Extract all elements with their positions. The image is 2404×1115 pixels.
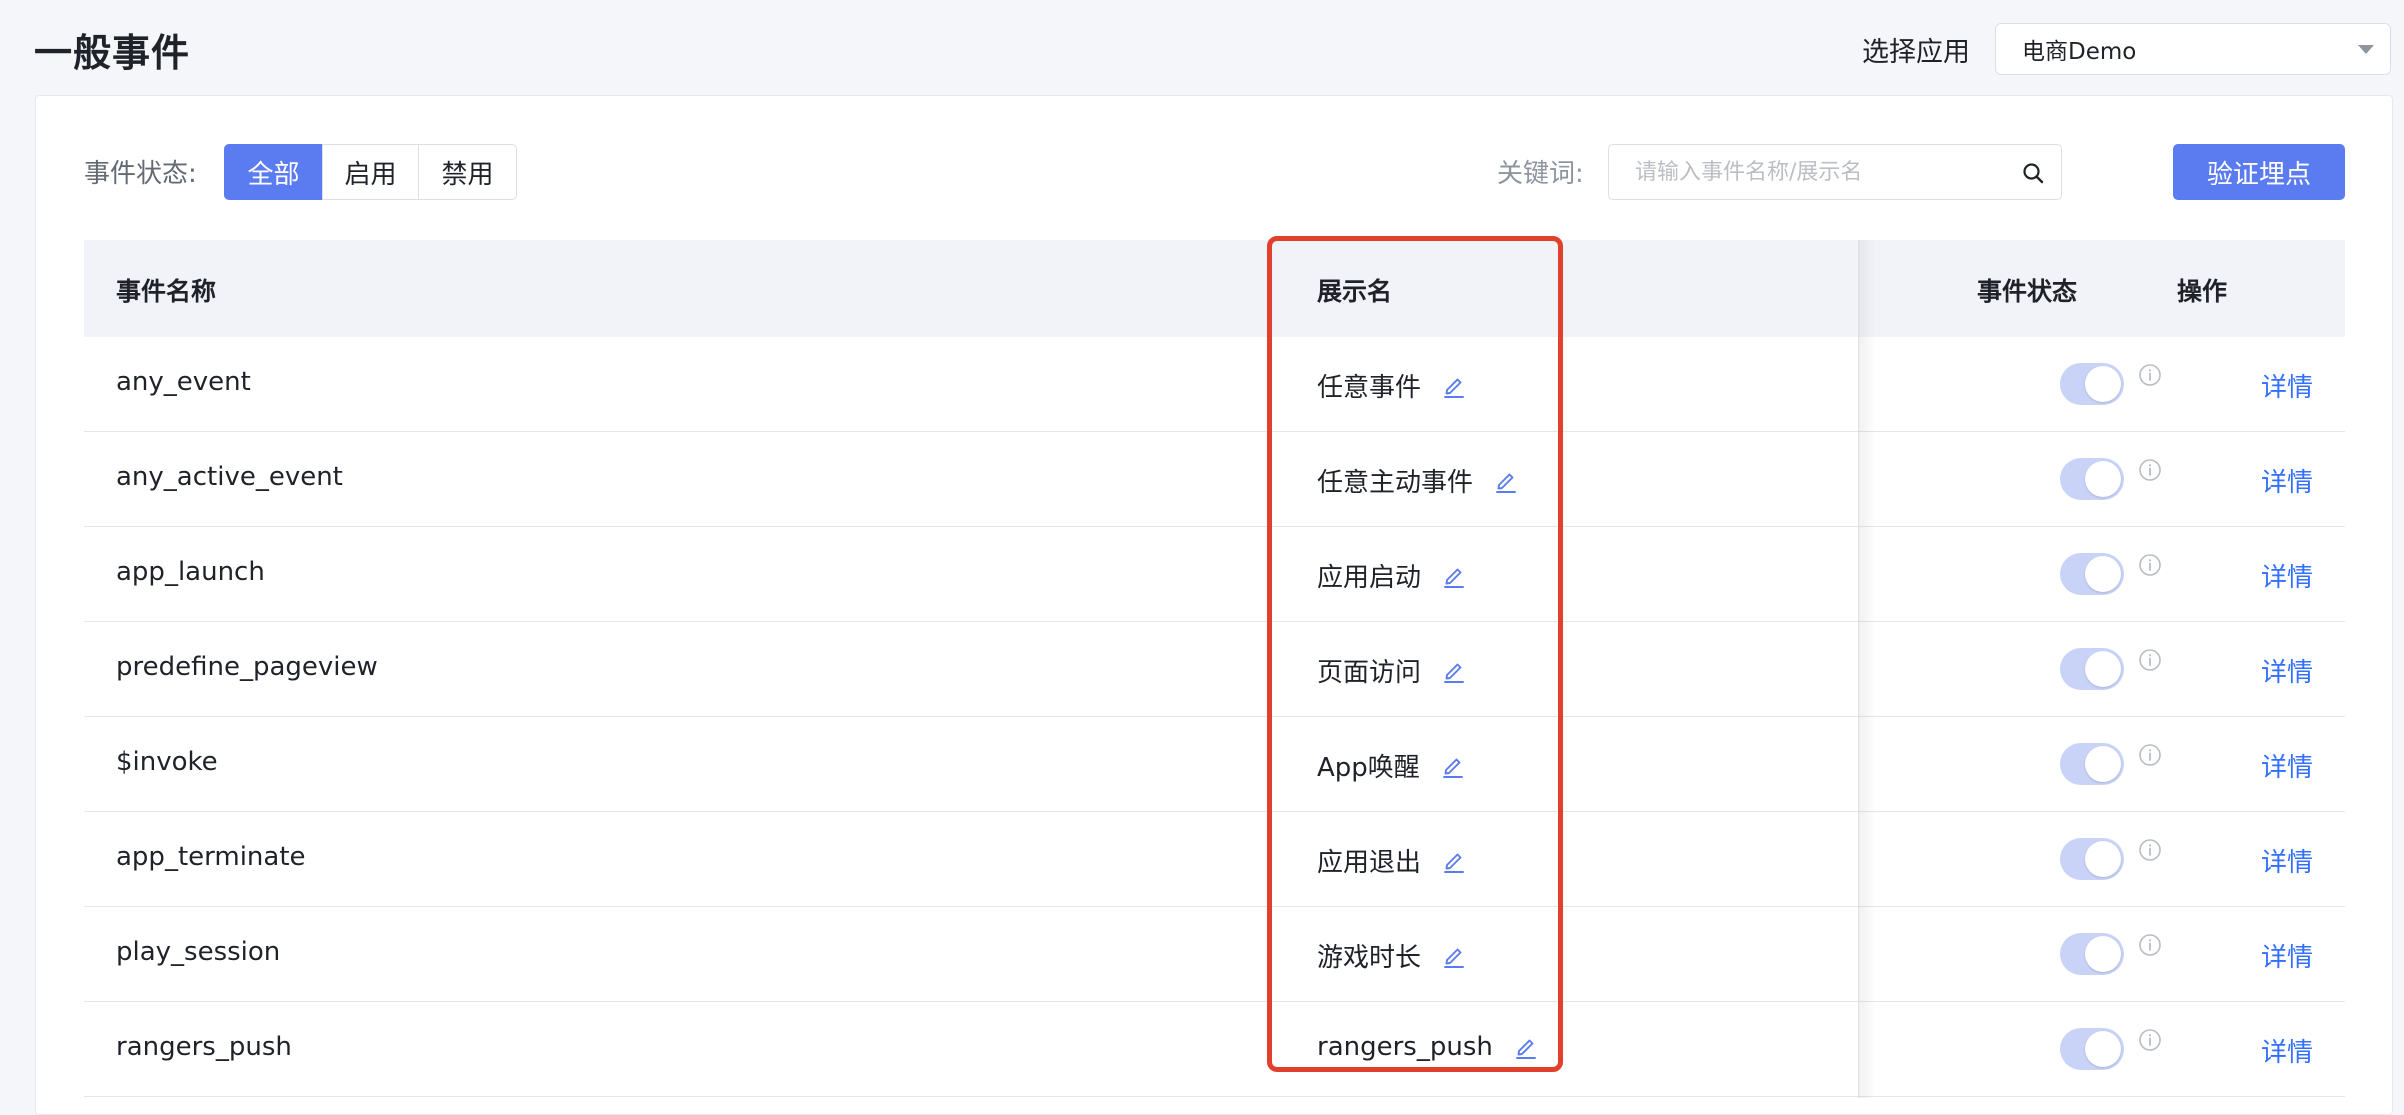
display-name-text: 任意事件 bbox=[1317, 373, 1422, 403]
event-name-cell: any_event bbox=[116, 367, 251, 397]
detail-link[interactable]: 详情 bbox=[2261, 367, 2313, 404]
toggle-knob bbox=[2085, 841, 2121, 877]
table-row: app_terminate 应用退出 详情 bbox=[84, 812, 2345, 907]
toggle-knob bbox=[2085, 556, 2121, 592]
display-name-cell: App唤醒 bbox=[1317, 747, 1466, 784]
toggle-knob bbox=[2085, 461, 2121, 497]
toggle-knob bbox=[2085, 746, 2121, 782]
event-status-toggle[interactable] bbox=[2060, 648, 2124, 690]
info-icon[interactable] bbox=[2138, 838, 2162, 862]
toggle-knob bbox=[2085, 366, 2121, 402]
detail-link[interactable]: 详情 bbox=[2261, 462, 2313, 499]
status-filter-all[interactable]: 全部 bbox=[224, 144, 323, 200]
display-name-cell: 应用退出 bbox=[1317, 842, 1467, 879]
event-status-toggle[interactable] bbox=[2060, 743, 2124, 785]
search-input[interactable] bbox=[1635, 145, 2005, 199]
display-name-text: App唤醒 bbox=[1317, 753, 1420, 783]
edit-icon[interactable] bbox=[1441, 563, 1467, 589]
detail-link[interactable]: 详情 bbox=[2261, 652, 2313, 689]
detail-link[interactable]: 详情 bbox=[2261, 842, 2313, 879]
display-name-text: 应用退出 bbox=[1317, 848, 1422, 878]
status-filter-enabled[interactable]: 启用 bbox=[322, 144, 419, 200]
edit-icon[interactable] bbox=[1441, 848, 1467, 874]
event-name-cell: rangers_push bbox=[116, 1032, 292, 1062]
detail-link[interactable]: 详情 bbox=[2261, 747, 2313, 784]
info-icon[interactable] bbox=[2138, 933, 2162, 957]
display-name-text: 游戏时长 bbox=[1317, 943, 1422, 973]
event-name-cell: predefine_pageview bbox=[116, 652, 378, 682]
display-name-cell: rangers_push bbox=[1317, 1032, 1539, 1062]
event-status-toggle[interactable] bbox=[2060, 933, 2124, 975]
display-name-cell: 应用启动 bbox=[1317, 557, 1467, 594]
column-header-event-name: 事件名称 bbox=[116, 277, 217, 306]
table-row: app_launch 应用启动 详情 bbox=[84, 527, 2345, 622]
search-icon[interactable] bbox=[2021, 161, 2045, 185]
display-name-cell: 任意事件 bbox=[1317, 367, 1467, 404]
display-name-text: 任意主动事件 bbox=[1317, 468, 1474, 498]
info-icon[interactable] bbox=[2138, 458, 2162, 482]
table-row: play_session 游戏时长 详情 bbox=[84, 907, 2345, 1002]
display-name-cell: 任意主动事件 bbox=[1317, 462, 1519, 499]
display-name-text: rangers_push bbox=[1317, 1032, 1493, 1062]
info-icon[interactable] bbox=[2138, 648, 2162, 672]
toggle-knob bbox=[2085, 1031, 2121, 1067]
detail-link[interactable]: 详情 bbox=[2261, 937, 2313, 974]
table-row: predefine_pageview 页面访问 详情 bbox=[84, 622, 2345, 717]
table-row: any_active_event 任意主动事件 详情 bbox=[84, 432, 2345, 527]
event-status-toggle[interactable] bbox=[2060, 553, 2124, 595]
event-status-toggle[interactable] bbox=[2060, 838, 2124, 880]
edit-icon[interactable] bbox=[1441, 943, 1467, 969]
table-row: any_event 任意事件 详情 bbox=[84, 337, 2345, 432]
column-header-display-name: 展示名 bbox=[1317, 277, 1393, 306]
column-header-actions: 操作 bbox=[2177, 277, 2228, 306]
status-filter-disabled[interactable]: 禁用 bbox=[418, 144, 517, 200]
info-icon[interactable] bbox=[2138, 1028, 2162, 1052]
chevron-down-icon bbox=[2358, 45, 2374, 54]
event-name-cell: any_active_event bbox=[116, 462, 343, 492]
event-status-toggle[interactable] bbox=[2060, 363, 2124, 405]
detail-link[interactable]: 详情 bbox=[2261, 1032, 2313, 1069]
toggle-knob bbox=[2085, 936, 2121, 972]
edit-icon[interactable] bbox=[1441, 373, 1467, 399]
edit-icon[interactable] bbox=[1441, 658, 1467, 684]
fixed-column-border bbox=[1858, 240, 1859, 1098]
status-filter-label: 事件状态: bbox=[84, 159, 197, 189]
edit-icon[interactable] bbox=[1440, 753, 1466, 779]
keyword-label: 关键词: bbox=[1497, 159, 1584, 189]
info-icon[interactable] bbox=[2138, 553, 2162, 577]
search-box bbox=[1608, 144, 2062, 200]
edit-icon[interactable] bbox=[1513, 1034, 1539, 1060]
app-select[interactable]: 电商Demo bbox=[1995, 23, 2391, 75]
app-select-value: 电商Demo bbox=[2022, 39, 2137, 65]
toggle-knob bbox=[2085, 651, 2121, 687]
event-status-toggle[interactable] bbox=[2060, 1028, 2124, 1070]
verify-tracking-button[interactable]: 验证埋点 bbox=[2173, 144, 2345, 200]
event-name-cell: $invoke bbox=[116, 747, 218, 777]
display-name-text: 应用启动 bbox=[1317, 563, 1422, 593]
table-row: rangers_push rangers_push 详情 bbox=[84, 1002, 2345, 1097]
info-icon[interactable] bbox=[2138, 743, 2162, 767]
display-name-text: 页面访问 bbox=[1317, 658, 1422, 688]
table-row: $invoke App唤醒 详情 bbox=[84, 717, 2345, 812]
event-name-cell: app_terminate bbox=[116, 842, 306, 872]
event-name-cell: play_session bbox=[116, 937, 281, 967]
app-select-label: 选择应用 bbox=[1862, 37, 1970, 68]
event-name-cell: app_launch bbox=[116, 557, 265, 587]
events-table: 事件名称 展示名 事件状态 操作 any_event 任意事件 详情 any_acti… bbox=[84, 240, 2345, 1097]
detail-link[interactable]: 详情 bbox=[2261, 557, 2313, 594]
info-icon[interactable] bbox=[2138, 363, 2162, 387]
table-header: 事件名称 展示名 事件状态 操作 bbox=[84, 240, 2345, 337]
display-name-cell: 页面访问 bbox=[1317, 652, 1467, 689]
display-name-cell: 游戏时长 bbox=[1317, 937, 1467, 974]
column-header-event-status: 事件状态 bbox=[1977, 277, 2078, 306]
page-title: 一般事件 bbox=[34, 31, 191, 75]
edit-icon[interactable] bbox=[1493, 468, 1519, 494]
status-filter-group: 全部 启用 禁用 bbox=[224, 144, 517, 200]
event-status-toggle[interactable] bbox=[2060, 458, 2124, 500]
